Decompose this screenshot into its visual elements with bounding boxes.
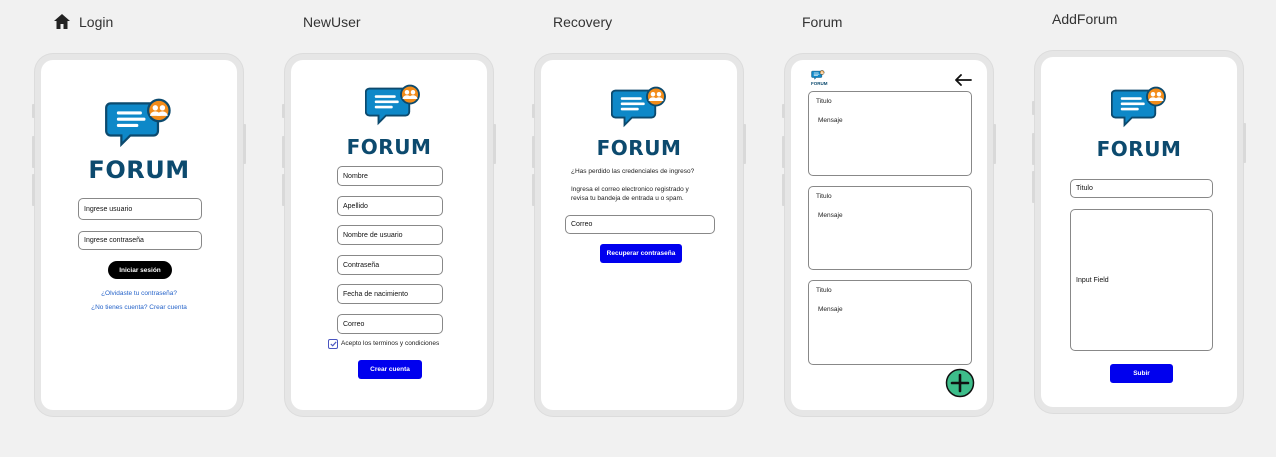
home-icon — [54, 14, 70, 29]
create-account-link[interactable]: ¿No tienes cuenta? Crear cuenta — [41, 304, 237, 311]
login-screen: FORUM Ingrese usuario Ingrese contraseña… — [41, 60, 237, 410]
post-message: Mensaje — [818, 212, 843, 219]
phone-newuser: FORUM Nombre Apellido Nombre de usuario … — [282, 54, 496, 416]
frame-title-forum: Forum — [802, 14, 843, 30]
frame-title-recovery: Recovery — [553, 14, 613, 30]
create-account-button[interactable]: Crear cuenta — [358, 360, 422, 379]
phone-addforum: FORUM Titulo Input Field Subir — [1032, 51, 1246, 413]
post-message: Mensaje — [818, 117, 843, 124]
newuser-screen: FORUM Nombre Apellido Nombre de usuario … — [291, 60, 487, 410]
password-input[interactable]: Ingrese contraseña — [78, 231, 202, 250]
terms-checkbox[interactable] — [328, 339, 338, 349]
name-field[interactable]: Nombre — [337, 166, 443, 186]
password-field[interactable]: Contraseña — [337, 255, 443, 275]
post-title: Titulo — [816, 287, 832, 294]
frame-title-login: Login — [53, 13, 113, 30]
login-button[interactable]: Iniciar sesión — [108, 261, 172, 279]
username-field[interactable]: Nombre de usuario — [337, 225, 443, 245]
post-title-field[interactable]: Titulo — [1070, 179, 1213, 198]
forum-logo-icon — [611, 86, 671, 128]
logo-text: FORUM — [346, 135, 432, 159]
forum-logo-icon — [365, 84, 425, 126]
checkmark-icon — [329, 341, 337, 347]
addforum-screen: FORUM Titulo Input Field Subir — [1041, 57, 1237, 407]
logo-text: FORUM — [1096, 137, 1182, 161]
phone-forum: FORUM Titulo Mensaje Titulo Mensaje Titu… — [782, 54, 996, 416]
email-field[interactable]: Correo — [337, 314, 443, 334]
logo-text: FORUM — [596, 136, 682, 160]
frame-title-login-label: Login — [79, 13, 114, 30]
recovery-email-field[interactable]: Correo — [565, 215, 715, 234]
post-title: Titulo — [816, 98, 832, 105]
post-card[interactable]: Titulo Mensaje — [808, 280, 972, 365]
forum-screen: FORUM Titulo Mensaje Titulo Mensaje Titu… — [791, 60, 987, 410]
post-message: Mensaje — [818, 306, 843, 313]
forum-mini-logo-icon — [811, 70, 826, 80]
back-arrow-icon[interactable] — [954, 74, 972, 86]
frame-title-addforum: AddForum — [1052, 11, 1118, 27]
forum-logo-icon — [105, 98, 177, 148]
username-input[interactable]: Ingrese usuario — [78, 198, 202, 220]
recovery-instructions-line1: Ingresa el correo electronico registrado… — [571, 186, 689, 193]
frame-title-newuser: NewUser — [303, 14, 361, 30]
add-post-plus-icon[interactable] — [945, 368, 975, 398]
recovery-instructions-line2: revisa tu bandeja de entrada u o spam. — [571, 195, 684, 202]
logo-text: FORUM — [88, 156, 190, 184]
post-card[interactable]: Titulo Mensaje — [808, 186, 972, 270]
forgot-password-link[interactable]: ¿Olvidaste tu contraseña? — [41, 290, 237, 297]
post-card[interactable]: Titulo Mensaje — [808, 91, 972, 176]
recovery-screen: FORUM ¿Has perdido las credenciales de i… — [541, 60, 737, 410]
phone-recovery: FORUM ¿Has perdido las credenciales de i… — [532, 54, 746, 416]
birthdate-field[interactable]: Fecha de nacimiento — [337, 284, 443, 304]
terms-label: Acepto los terminos y condiciones — [341, 340, 440, 347]
recover-password-button[interactable]: Recuperar contraseña — [600, 244, 682, 263]
post-body-input-field[interactable]: Input Field — [1070, 209, 1213, 351]
lastname-field[interactable]: Apellido — [337, 196, 443, 216]
forum-logo-icon — [1111, 86, 1171, 128]
recovery-question: ¿Has perdido las credenciales de ingreso… — [571, 168, 695, 175]
mini-logo-text: FORUM — [811, 81, 828, 86]
post-title: Titulo — [816, 193, 832, 200]
phone-login: FORUM Ingrese usuario Ingrese contraseña… — [32, 54, 246, 416]
submit-button[interactable]: Subir — [1110, 364, 1173, 383]
